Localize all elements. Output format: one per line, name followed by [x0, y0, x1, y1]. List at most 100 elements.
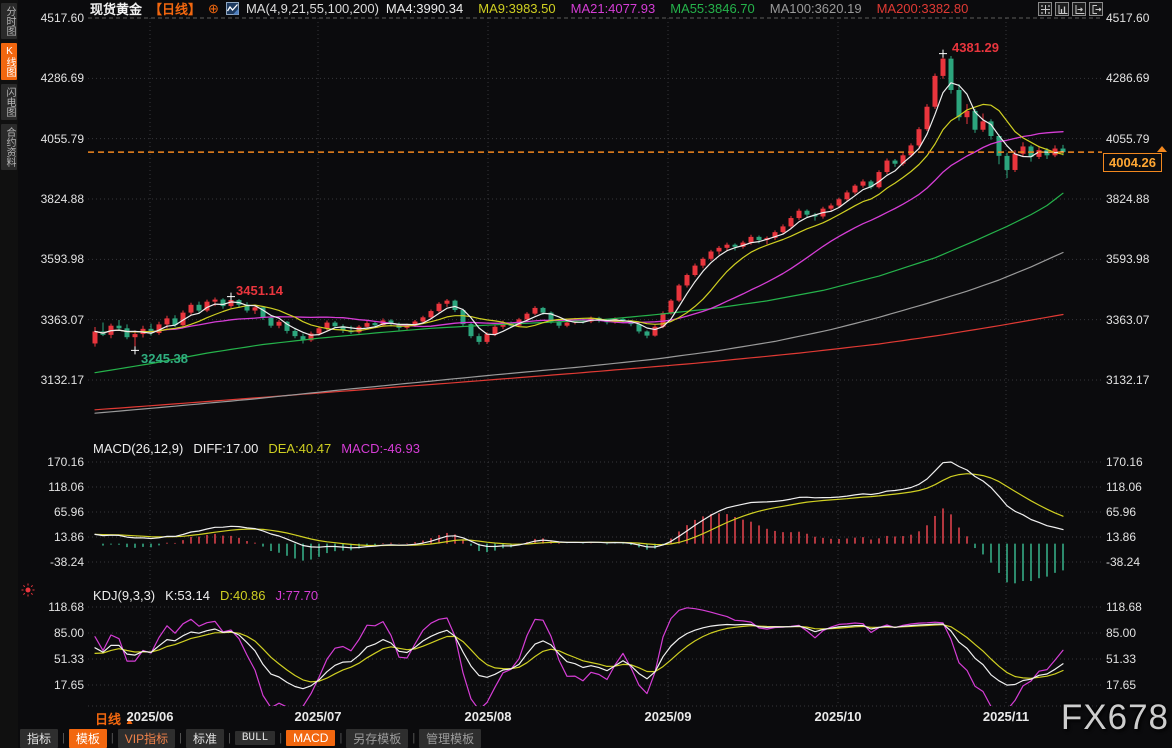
price-tag-arrow-icon — [1157, 146, 1167, 152]
axis-pan-icon[interactable] — [1072, 2, 1086, 16]
chart-type-sidebar: 分时图 K线图闪电图合约资料 — [0, 0, 18, 748]
x-axis-label-2025-10: 2025/10 — [815, 709, 862, 724]
watermark: FX678 — [1061, 698, 1169, 738]
macd-dea-value: DEA:40.47 — [268, 441, 331, 456]
macd-tick-right: 65.96 — [1106, 505, 1168, 519]
price-tick-right: 4517.60 — [1106, 11, 1168, 25]
kdj-k-value: K:53.14 — [165, 588, 210, 603]
ma-settings-label: MA(4,9,21,55,100,200) — [246, 1, 379, 16]
template-toolbar: 指标|模板|VIP指标|标准|BULL|MACD|另存模板|管理模板 — [20, 729, 481, 747]
x-axis-label-2025-11: 2025/11 — [983, 709, 1029, 724]
may-low-annotation: 3245.38 — [141, 351, 188, 366]
peak-price-annotation: 4381.29 — [952, 40, 999, 55]
axis-scale-icon[interactable] — [1055, 2, 1069, 16]
macd-legend: MACD(26,12,9) DIFF:17.00 DEA:40.47 MACD:… — [93, 441, 420, 456]
price-tick-right: 3593.98 — [1106, 252, 1168, 266]
toolbar-item-7[interactable]: 另存模板 — [346, 729, 408, 748]
price-tick-right: 3132.17 — [1106, 373, 1168, 387]
toolbar-item-3[interactable]: VIP指标 — [118, 729, 175, 748]
macd-tick-left: 118.06 — [30, 480, 84, 494]
macd-tick-right: 118.06 — [1106, 480, 1168, 494]
extreme-cross-marker — [939, 50, 947, 58]
price-tick-left: 3363.07 — [30, 313, 84, 327]
kdj-tick-right: 118.68 — [1106, 600, 1168, 614]
macd-diff-value: DIFF:17.00 — [193, 441, 258, 456]
x-axis-label-2025-07: 2025/07 — [295, 709, 342, 724]
price-tick-left: 4055.79 — [30, 132, 84, 146]
period-tag: 【日线】 — [149, 0, 201, 18]
macd-macd-value: MACD:-46.93 — [341, 441, 420, 456]
exit-chart-icon[interactable] — [1089, 2, 1103, 16]
sidebar-tab-2[interactable]: K线图 — [1, 43, 17, 80]
price-tick-left: 3132.17 — [30, 373, 84, 387]
trading-app-window: 分时图 K线图闪电图合约资料 现货黄金 【日线】 ⊕ MA(4,9,21,55,1… — [0, 0, 1172, 748]
macd-tick-right: -38.24 — [1106, 555, 1168, 569]
kdj-tick-left: 118.68 — [30, 600, 84, 614]
macd-tick-left: -38.24 — [30, 555, 84, 569]
price-tick-right: 4286.69 — [1106, 71, 1168, 85]
indicator-chart-icon[interactable] — [226, 2, 239, 15]
x-axis-label-2025-09: 2025/09 — [645, 709, 692, 724]
ma-value-5: MA100:3620.19 — [770, 1, 862, 16]
price-tick-right: 3824.88 — [1106, 192, 1168, 206]
sidebar-tab-1[interactable]: 分时图 — [1, 3, 17, 39]
ma-value-4: MA55:3846.70 — [670, 1, 755, 16]
price-tick-right: 4055.79 — [1106, 132, 1168, 146]
symbol-title: 现货黄金 — [90, 0, 142, 18]
toolbar-separator: | — [179, 732, 182, 744]
last-price-tag: 4004.26 — [1103, 153, 1162, 172]
sidebar-tab-4[interactable]: 合约资料 — [1, 124, 17, 170]
kdj-tick-right: 51.33 — [1106, 652, 1168, 666]
kdj-tick-left: 17.65 — [30, 678, 84, 692]
macd-params: MACD(26,12,9) — [93, 441, 183, 456]
toolbar-separator: | — [228, 732, 231, 744]
crosshair-icon[interactable] — [1038, 2, 1052, 16]
price-tick-left: 3593.98 — [30, 252, 84, 266]
kdj-tick-right: 85.00 — [1106, 626, 1168, 640]
macd-tick-left: 65.96 — [30, 505, 84, 519]
kdj-tick-right: 17.65 — [1106, 678, 1168, 692]
macd-tick-left: 13.86 — [30, 530, 84, 544]
ma-legend: MA4:3990.34 MA9:3983.50 MA21:4077.93 MA55:3… — [386, 1, 972, 16]
toolbar-separator: | — [62, 732, 65, 744]
toolbar-item-1[interactable]: 指标 — [20, 729, 58, 748]
kdj-params: KDJ(9,3,3) — [93, 588, 155, 603]
x-axis-label-2025-08: 2025/08 — [465, 709, 512, 724]
chart-canvas[interactable] — [0, 0, 1172, 748]
price-tick-left: 4286.69 — [30, 71, 84, 85]
chart-title-bar: 现货黄金 【日线】 ⊕ MA(4,9,21,55,100,200) MA4:39… — [90, 1, 972, 16]
price-tick-right: 3363.07 — [1106, 313, 1168, 327]
toolbar-item-6[interactable]: MACD — [286, 730, 335, 746]
ma-value-1: MA4:3990.34 — [386, 1, 463, 16]
toolbar-item-2[interactable]: 模板 — [69, 729, 107, 748]
x-axis-label-2025-06: 2025/06 — [127, 709, 174, 724]
toolbar-item-8[interactable]: 管理模板 — [419, 729, 481, 748]
macd-tick-left: 170.16 — [30, 455, 84, 469]
toolbar-separator: | — [111, 732, 114, 744]
candlestick-series — [93, 54, 1066, 414]
macd-series — [95, 462, 1063, 583]
toolbar-separator: | — [412, 732, 415, 744]
alert-sun-icon — [22, 584, 35, 597]
toolbar-item-4[interactable]: 标准 — [186, 729, 224, 748]
ma-value-2: MA9:3983.50 — [478, 1, 555, 16]
sidebar-tab-3[interactable]: 闪电图 — [1, 84, 17, 120]
kdj-tick-left: 51.33 — [30, 652, 84, 666]
add-indicator-icon[interactable]: ⊕ — [208, 1, 219, 17]
ma-value-6: MA200:3382.80 — [877, 1, 969, 16]
toolbar-separator: | — [279, 732, 282, 744]
ma-value-3: MA21:4077.93 — [571, 1, 656, 16]
price-tick-left: 3824.88 — [30, 192, 84, 206]
kdj-legend: KDJ(9,3,3) K:53.14 D:40.86 J:77.70 — [93, 588, 318, 603]
kdj-j-value: J:77.70 — [276, 588, 319, 603]
macd-tick-right: 170.16 — [1106, 455, 1168, 469]
macd-tick-right: 13.86 — [1106, 530, 1168, 544]
toolbar-item-5[interactable]: BULL — [235, 731, 275, 745]
extreme-cross-marker — [131, 346, 139, 354]
kdj-tick-left: 85.00 — [30, 626, 84, 640]
june-high-annotation: 3451.14 — [236, 283, 283, 298]
chart-tools — [1038, 2, 1103, 16]
price-tick-left: 4517.60 — [30, 11, 84, 25]
kdj-d-value: D:40.86 — [220, 588, 266, 603]
period-selector-label: 日线 — [95, 712, 121, 727]
